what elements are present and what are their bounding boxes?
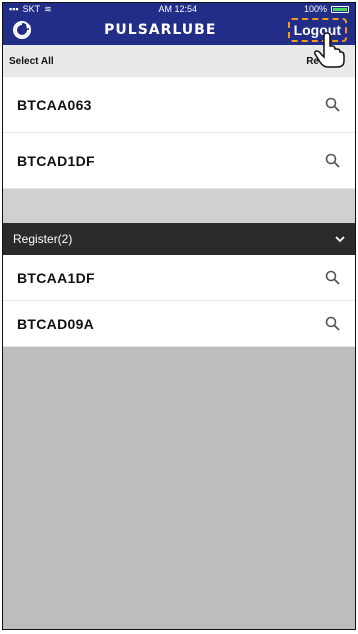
search-icon[interactable] [325, 153, 341, 169]
section-spacer [3, 189, 355, 223]
device-name: BTCAD09A [17, 315, 95, 332]
registered-section-header[interactable]: Register(2) [3, 223, 355, 255]
section-label: Register(2) [13, 232, 73, 246]
logout-wrap: Logout [287, 18, 347, 68]
device-name: BTCAA1DF [17, 269, 95, 286]
app-header: PULSARLUBE Logout [3, 15, 355, 68]
status-right: 100% [304, 4, 349, 14]
search-icon[interactable] [325, 270, 341, 286]
brand-logo: PULSARLUBE [104, 22, 217, 38]
refresh-icon[interactable] [11, 19, 33, 41]
list-item[interactable]: BTCAA063 [3, 77, 355, 133]
list-item[interactable]: BTCAA1DF [3, 255, 355, 301]
battery-icon [330, 5, 349, 13]
status-bar: ▪▪▪ SKT ≋ AM 12:54 100% [3, 3, 355, 15]
chevron-down-icon [335, 236, 345, 243]
list-item[interactable]: BTCAD09A [3, 301, 355, 347]
selection-toolbar: Select All Re [3, 45, 355, 77]
list-item[interactable]: BTCAD1DF [3, 133, 355, 189]
signal-icon: ▪▪▪ [9, 4, 19, 14]
device-name: BTCAA063 [17, 96, 92, 113]
device-name: BTCAD1DF [17, 152, 95, 169]
carrier-label: SKT [22, 4, 41, 14]
select-all-button[interactable]: Select All [9, 56, 54, 67]
status-left: ▪▪▪ SKT ≋ [9, 4, 52, 15]
wifi-icon: ≋ [44, 3, 52, 14]
time-label: AM 12:54 [158, 4, 198, 14]
search-icon[interactable] [325, 316, 341, 332]
search-icon[interactable] [325, 97, 341, 113]
hand-pointer-icon [313, 32, 345, 68]
app-frame: ▪▪▪ SKT ≋ AM 12:54 100% PULSARLUBE Logou… [2, 2, 356, 630]
battery-percent: 100% [303, 4, 327, 14]
